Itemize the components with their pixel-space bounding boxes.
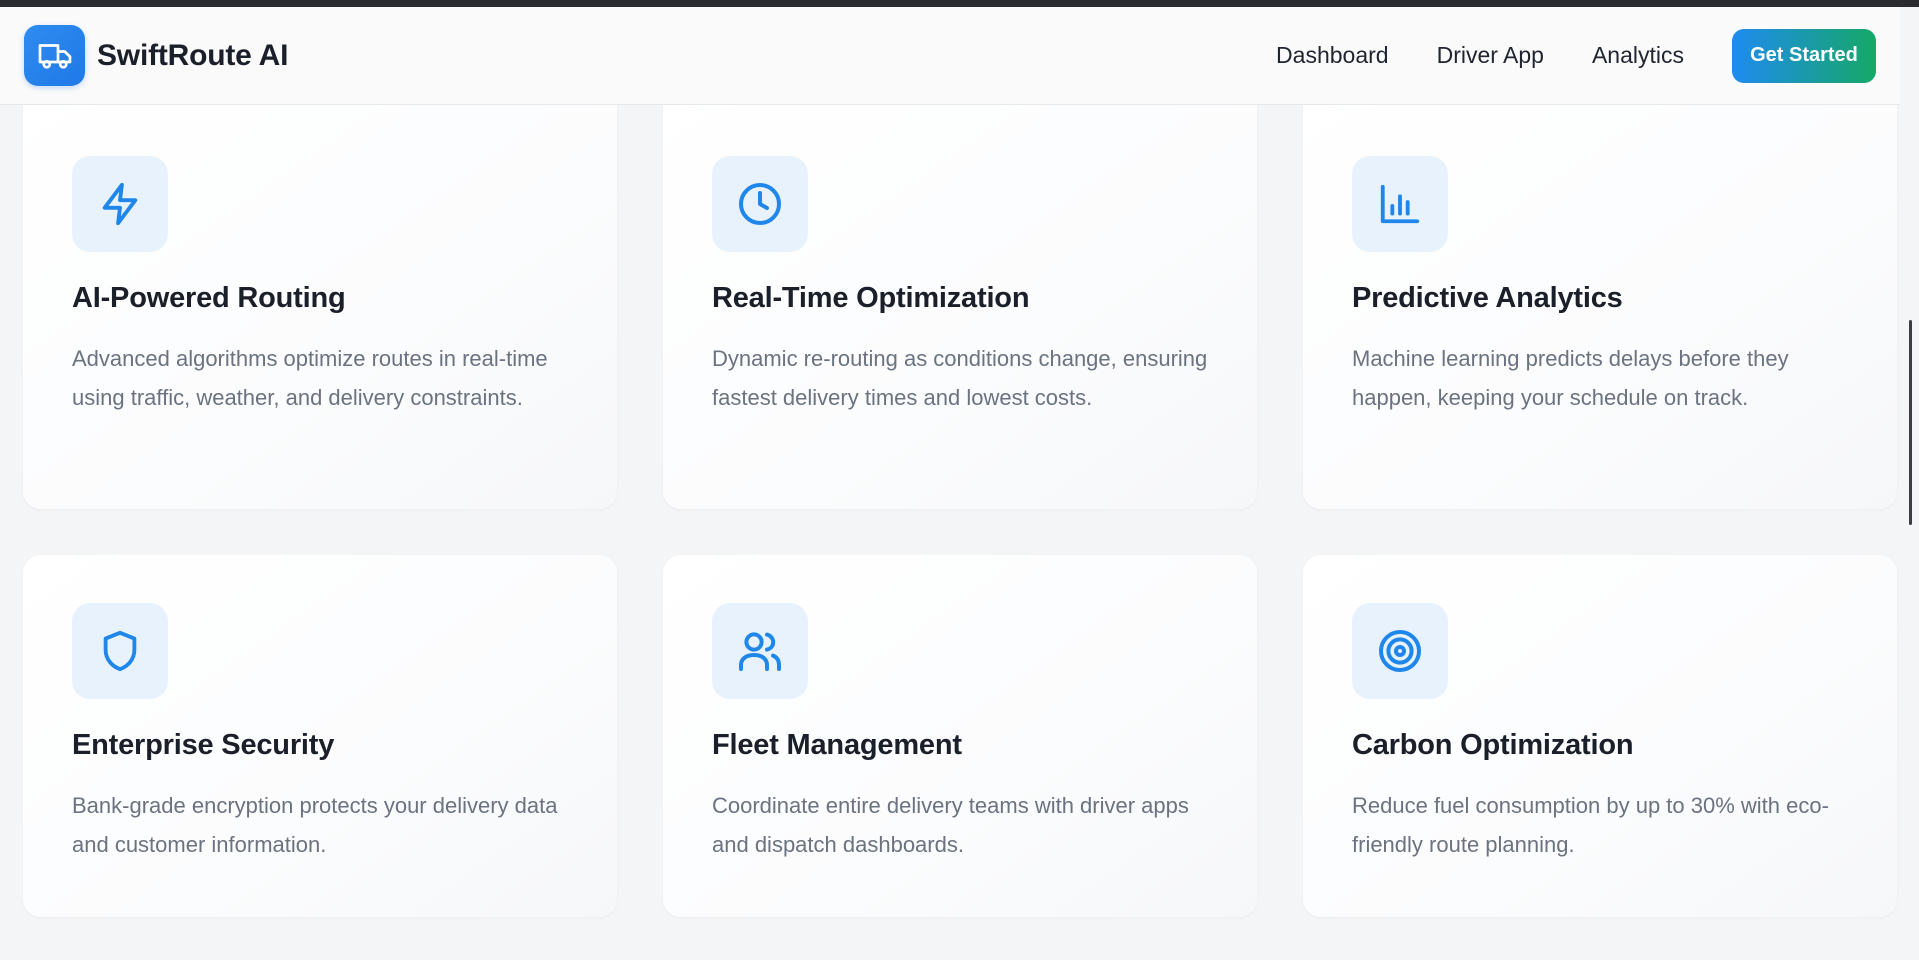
top-navbar: SwiftRoute AI Dashboard Driver App Analy… xyxy=(0,7,1900,105)
feature-card-security: Enterprise Security Bank-grade encryptio… xyxy=(23,555,617,917)
features-grid: AI-Powered Routing Advanced algorithms o… xyxy=(23,0,1898,960)
nav-link-driver-app[interactable]: Driver App xyxy=(1437,42,1544,69)
feature-description: Reduce fuel consumption by up to 30% wit… xyxy=(1352,793,1829,857)
nav-link-analytics[interactable]: Analytics xyxy=(1592,42,1684,69)
feature-title: Fleet Management xyxy=(712,729,962,761)
truck-icon[interactable] xyxy=(24,25,85,86)
brand-name[interactable]: SwiftRoute AI xyxy=(97,39,288,73)
feature-description: Machine learning predicts delays before … xyxy=(1352,346,1789,410)
feature-title: Enterprise Security xyxy=(72,729,335,761)
shield-icon xyxy=(72,603,168,699)
feature-card-realtime: Real-Time Optimization Dynamic re-routin… xyxy=(663,82,1257,509)
feature-description: Advanced algorithms optimize routes in r… xyxy=(72,346,548,410)
bar-chart-icon xyxy=(1352,156,1448,252)
nav-links: Dashboard Driver App Analytics xyxy=(1276,42,1684,69)
feature-description: Dynamic re-routing as conditions change,… xyxy=(712,346,1208,410)
clock-icon xyxy=(712,156,808,252)
lightning-icon xyxy=(72,156,168,252)
feature-description: Bank-grade encryption protects your deli… xyxy=(72,793,558,857)
nav-link-dashboard[interactable]: Dashboard xyxy=(1276,42,1389,69)
scrollbar-thumb[interactable] xyxy=(1909,320,1912,525)
feature-card-carbon: Carbon Optimization Reduce fuel consumpt… xyxy=(1303,555,1897,917)
feature-title: AI-Powered Routing xyxy=(72,282,346,314)
scrollbar-track[interactable] xyxy=(1900,105,1919,960)
feature-title: Carbon Optimization xyxy=(1352,729,1634,761)
feature-title: Real-Time Optimization xyxy=(712,282,1030,314)
users-icon xyxy=(712,603,808,699)
feature-card-ai-routing: AI-Powered Routing Advanced algorithms o… xyxy=(23,82,617,509)
feature-description: Coordinate entire delivery teams with dr… xyxy=(712,793,1189,857)
feature-card-predictive: Predictive Analytics Machine learning pr… xyxy=(1303,82,1897,509)
get-started-button[interactable]: Get Started xyxy=(1732,28,1876,83)
feature-title: Predictive Analytics xyxy=(1352,282,1623,314)
feature-card-fleet: Fleet Management Coordinate entire deliv… xyxy=(663,555,1257,917)
target-icon xyxy=(1352,603,1448,699)
